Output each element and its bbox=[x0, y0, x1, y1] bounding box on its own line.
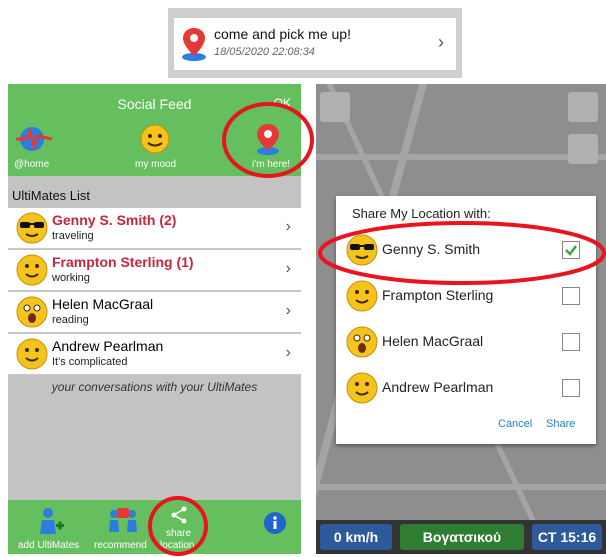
contact-checkbox[interactable] bbox=[562, 287, 580, 305]
heartbeat-icon[interactable] bbox=[14, 124, 54, 154]
mates-list-title: UltiMates List bbox=[12, 188, 91, 203]
conversations-text: your conversations with your UltiMates bbox=[51, 380, 258, 394]
list-item[interactable]: Genny S. Smith (2) traveling › bbox=[8, 208, 301, 249]
mate-name: Genny S. Smith (2) bbox=[52, 212, 177, 228]
mate-name: Andrew Pearlman bbox=[52, 338, 164, 354]
surprised-face-icon bbox=[346, 326, 378, 358]
highlight-circle-icon bbox=[318, 221, 606, 285]
chevron-right-icon: › bbox=[438, 32, 444, 52]
smiley-icon bbox=[346, 372, 378, 404]
list-item[interactable]: Andrew Pearlman It's complicated › bbox=[8, 334, 301, 375]
contact-checkbox[interactable] bbox=[562, 333, 580, 351]
chevron-right-icon: › bbox=[285, 218, 291, 235]
mate-status: traveling bbox=[52, 230, 94, 242]
chevron-right-icon: › bbox=[285, 344, 291, 361]
navigation-bar: 0 km/h Βογατσικού CT 15:16 bbox=[316, 520, 606, 554]
list-item[interactable]: Helen MacGraal reading › bbox=[8, 292, 301, 333]
location-pin-icon bbox=[182, 28, 206, 61]
map-search-button[interactable] bbox=[320, 92, 350, 122]
map-settings-button[interactable] bbox=[568, 92, 598, 122]
mate-status: working bbox=[52, 272, 90, 284]
contact-checkbox[interactable] bbox=[562, 379, 580, 397]
smiley-icon[interactable] bbox=[135, 124, 175, 154]
contact-name: Frampton Sterling bbox=[382, 287, 494, 303]
toolbar-label-mood: my mood bbox=[135, 159, 177, 170]
time-readout: CT 15:16 bbox=[532, 524, 602, 550]
highlight-circle-icon bbox=[222, 102, 314, 178]
add-ultimates-label: add UltiMates bbox=[18, 540, 80, 551]
contact-row[interactable]: Helen MacGraal bbox=[346, 322, 586, 362]
smiley-icon bbox=[16, 338, 48, 370]
recommend-label: recommend bbox=[94, 540, 147, 551]
sunglasses-face-icon bbox=[16, 212, 48, 244]
mate-status: reading bbox=[52, 314, 89, 326]
map-road bbox=[316, 484, 606, 490]
smiley-icon bbox=[16, 254, 48, 286]
contact-name: Andrew Pearlman bbox=[382, 379, 494, 395]
contact-row[interactable]: Andrew Pearlman bbox=[346, 368, 586, 408]
contact-name: Helen MacGraal bbox=[382, 333, 484, 349]
surprised-face-icon bbox=[16, 296, 48, 328]
street-name: Βογατσικού bbox=[400, 524, 524, 550]
mate-name: Frampton Sterling (1) bbox=[52, 254, 194, 270]
speed-readout: 0 km/h bbox=[320, 524, 392, 550]
thumbs-up-icon[interactable] bbox=[106, 504, 140, 534]
notification-body[interactable]: come and pick me up! 18/05/2020 22:08:34… bbox=[174, 18, 456, 70]
info-icon[interactable] bbox=[264, 512, 286, 534]
share-location-screen: Share My Location with: Genny S. Smith F… bbox=[316, 84, 606, 554]
notification-title: come and pick me up! bbox=[214, 26, 351, 42]
notification-datetime: 18/05/2020 22:08:34 bbox=[214, 46, 315, 58]
cancel-button[interactable]: Cancel bbox=[498, 418, 532, 430]
mate-status: It's complicated bbox=[52, 356, 128, 368]
add-user-icon[interactable] bbox=[36, 506, 66, 536]
social-feed-screen: Social Feed OK @home my mood i'm here! U… bbox=[8, 84, 314, 556]
highlight-circle-icon bbox=[148, 496, 208, 556]
map-volume-button[interactable] bbox=[568, 134, 598, 164]
notification-card[interactable]: come and pick me up! 18/05/2020 22:08:34… bbox=[168, 8, 462, 78]
share-button[interactable]: Share bbox=[546, 418, 575, 430]
chevron-right-icon: › bbox=[285, 260, 291, 277]
toolbar-label-home: @home bbox=[14, 159, 50, 170]
list-item[interactable]: Frampton Sterling (1) working › bbox=[8, 250, 301, 291]
mate-name: Helen MacGraal bbox=[52, 296, 154, 312]
chevron-right-icon: › bbox=[285, 302, 291, 319]
